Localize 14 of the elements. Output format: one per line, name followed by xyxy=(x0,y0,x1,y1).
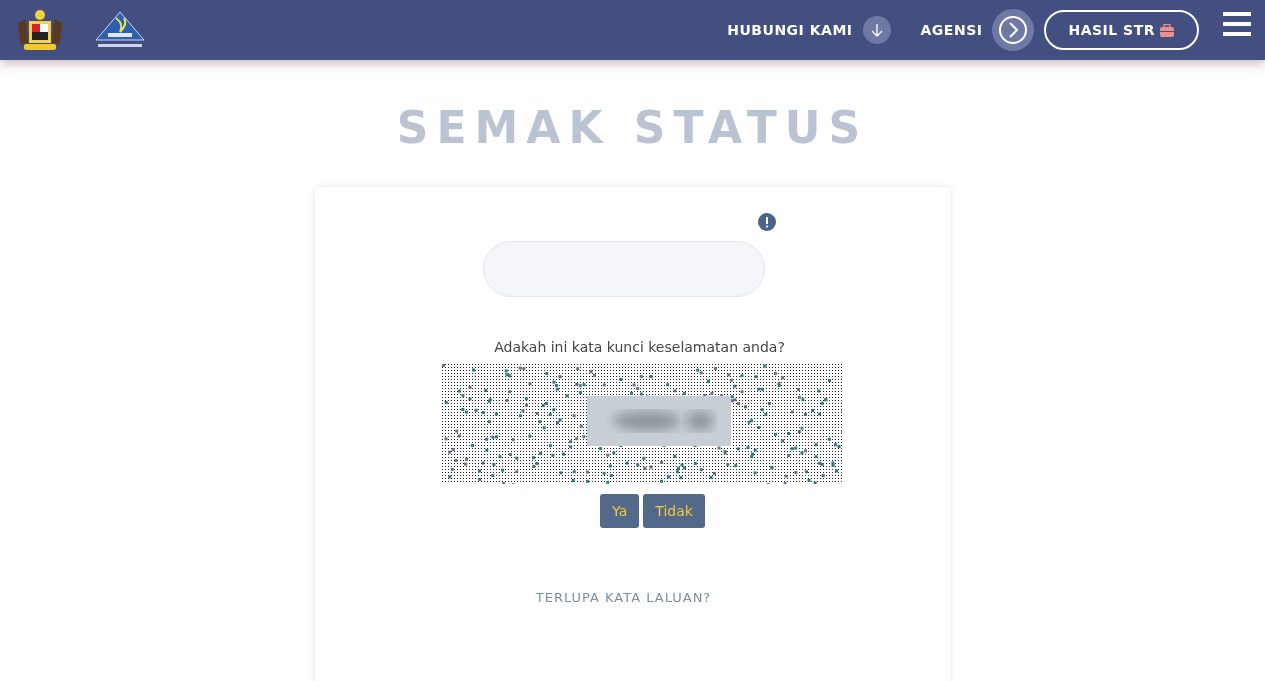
info-icon[interactable] xyxy=(758,213,776,231)
triangle-logo[interactable] xyxy=(94,10,146,50)
nav-link[interactable]: HUBUNGI KAMI xyxy=(727,16,891,44)
menu-icon[interactable] xyxy=(1223,12,1251,36)
chevron-right-icon xyxy=(992,9,1035,51)
security-question: Adakah ini kata kunci keselamatan anda? xyxy=(494,339,785,355)
yes-button[interactable]: Ya xyxy=(600,494,640,528)
briefcase-icon xyxy=(1159,23,1175,37)
page-title: SEMAK STATUS xyxy=(396,102,869,153)
no-button[interactable]: Tidak xyxy=(643,494,705,528)
hasil-str-button[interactable]: HASIL STR xyxy=(1044,10,1199,50)
nav-link[interactable]: AGENSI xyxy=(920,9,1035,51)
arrow-down-icon xyxy=(862,16,891,44)
id-field[interactable] xyxy=(482,241,765,297)
